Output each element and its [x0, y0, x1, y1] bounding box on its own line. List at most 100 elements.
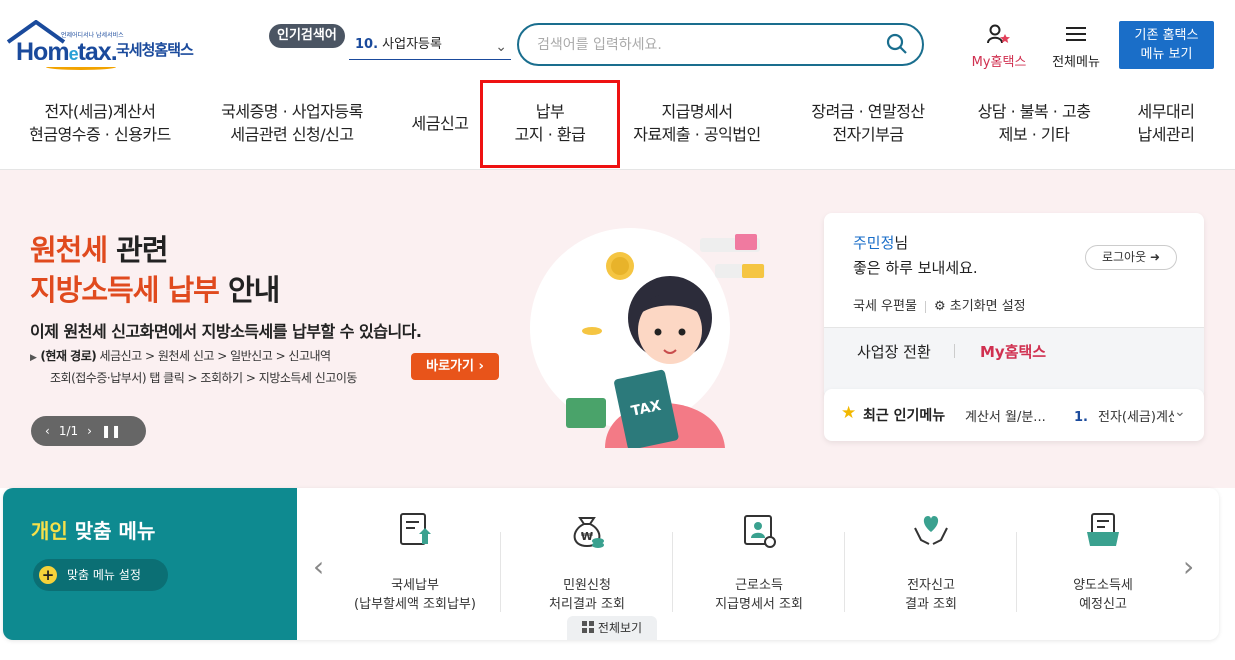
header: 언제어디서나 납세서비스 Hometax. 국세청홈택스 인기검색어 10. 사… — [0, 0, 1235, 88]
my-hometax-label: My홈택스 — [971, 55, 1027, 70]
nav-label-2: 세금관련 신청/신고 — [230, 125, 354, 144]
highlight-box — [480, 80, 620, 168]
recent-item-prev[interactable]: 계산서 월/분... — [965, 406, 1060, 425]
menu-label-1: 민원신청 — [563, 578, 611, 593]
chevron-right-icon[interactable]: › — [1183, 550, 1194, 583]
menu-label-1: 근로소득 — [735, 578, 783, 593]
hero-banner: 원천세 관련 지방소득세 납부 안내 이제 원천세 신고화면에서 지방소득세를 … — [0, 170, 1235, 488]
menu-label-2: 처리결과 조회 — [549, 597, 625, 612]
popular-search-badge: 인기검색어 — [269, 24, 345, 48]
menu-label-2: 결과 조회 — [905, 597, 957, 612]
folder-document-icon — [1087, 513, 1119, 546]
nav-e-invoice[interactable]: 전자(세금)계산서현금영수증 · 신용카드 — [22, 100, 178, 146]
old-hometax-menu-button[interactable]: 기존 홈택스 메뉴 보기 — [1119, 21, 1214, 69]
logo-korean-name: 국세청홈택스 — [116, 41, 194, 59]
heart-hands-icon — [914, 516, 948, 545]
star-icon: ★ — [841, 403, 857, 423]
hometax-logo[interactable]: 언제어디서나 납세서비스 Hometax. 국세청홈택스 — [6, 20, 211, 72]
search-box — [517, 23, 924, 66]
menu-national-tax-payment[interactable]: 국세납부 (납부할세액 조회납부) — [329, 510, 501, 614]
search-icon[interactable] — [886, 33, 908, 55]
menu-capital-gains[interactable]: 양도소득세 예정신고 — [1017, 510, 1189, 614]
menu-label-2: (납부할세액 조회납부) — [354, 597, 476, 612]
old-home-line2: 메뉴 보기 — [1140, 47, 1193, 62]
chevron-down-icon: ⌄ — [495, 39, 507, 55]
hero-description: 이제 원천세 신고화면에서 지방소득세를 납부할 수 있습니다. — [30, 322, 422, 341]
greeting: 좋은 하루 보내세요. — [853, 259, 978, 277]
popular-search-term: 사업자등록 — [382, 37, 442, 52]
my-hometax-button[interactable]: My홈택스 — [966, 24, 1032, 70]
money-bag-icon: ₩ — [573, 517, 604, 548]
chevron-down-icon[interactable]: ⌄ — [1174, 404, 1186, 420]
custom-menu-settings-button[interactable]: + 맞춤 메뉴 설정 — [33, 559, 168, 591]
hero-route: ▶ (현재 경로) 세금신고 > 원천세 신고 > 일반신고 > 신고내역 조회(… — [30, 349, 357, 385]
payment-document-icon — [400, 513, 431, 545]
search-input[interactable] — [537, 34, 867, 56]
grid-icon — [581, 621, 594, 633]
custom-menu: 개인 맞춤 메뉴 + 맞춤 메뉴 설정 ‹ 국세납부 (납부할세액 조회납부) ₩… — [3, 488, 1219, 640]
recent-popular-menu[interactable]: ★ 최근 인기메뉴 계산서 월/분... 1.전자(세금)계산서 ⌄ — [824, 389, 1204, 441]
nav-label-2: 현금영수증 · 신용카드 — [29, 125, 171, 144]
nav-label-1: 상담 · 불복 · 고충 — [977, 102, 1091, 121]
login-card: 주민정님 좋은 하루 보내세요. 로그아웃 ➜ 국세 우편물 ⚙ 초기화면 설정 … — [824, 213, 1204, 399]
tax-girl-illustration: TAX — [530, 228, 765, 448]
plus-icon: + — [39, 566, 57, 584]
menu-label-1: 국세납부 — [391, 578, 439, 593]
menu-label-1: 양도소득세 — [1073, 578, 1133, 593]
nav-label-1: 국세증명 · 사업자등록 — [221, 102, 363, 121]
nav-tax-agent[interactable]: 세무대리납세관리 — [1126, 100, 1206, 146]
popular-search-rank: 10. — [355, 37, 379, 52]
nav-label-1: 세금신고 — [411, 114, 469, 133]
logout-button[interactable]: 로그아웃 ➜ — [1085, 245, 1177, 270]
view-all-button[interactable]: 전체보기 — [567, 616, 657, 640]
nav-incentive[interactable]: 장려금 · 연말정산전자기부금 — [800, 100, 936, 146]
pause-icon[interactable]: ❚❚ — [101, 424, 121, 438]
menu-label-1: 전자신고 — [907, 578, 955, 593]
all-menu-button[interactable]: 전체메뉴 — [1044, 24, 1108, 70]
nav-label-1: 세무대리 — [1137, 102, 1195, 121]
recent-item-current[interactable]: 1.전자(세금)계산서 — [1074, 406, 1174, 425]
nav-label-1: 지급명세서 — [661, 102, 733, 121]
nav-tax-filing[interactable]: 세금신고 — [400, 112, 480, 135]
goto-button[interactable]: 바로가기 › — [411, 353, 499, 380]
chevron-left-icon[interactable]: ‹ — [313, 550, 324, 583]
switch-business-button[interactable]: 사업장 전환 — [857, 341, 931, 362]
nav-certificate[interactable]: 국세증명 · 사업자등록세금관련 신청/신고 — [210, 100, 374, 146]
nav-label-2: 자료제출 · 공익법인 — [633, 125, 761, 144]
menu-label-2: 예정신고 — [1079, 597, 1127, 612]
banner-pager[interactable]: ‹ 1/1 › ❚❚ — [31, 416, 146, 446]
my-hometax-link[interactable]: My홈택스 — [980, 341, 1046, 362]
nav-label-2: 납세관리 — [1137, 125, 1195, 144]
nav-consulting[interactable]: 상담 · 불복 · 고충제보 · 기타 — [962, 100, 1106, 146]
nav-payment-statement[interactable]: 지급명세서자료제출 · 공익법인 — [622, 100, 772, 146]
menu-civil-application[interactable]: ₩ 민원신청 처리결과 조회 — [501, 510, 673, 614]
all-menu-label: 전체메뉴 — [1052, 55, 1100, 70]
nav-label-2: 전자기부금 — [832, 125, 904, 144]
pager-count: 1/1 — [58, 424, 79, 438]
custom-menu-title: 개인 맞춤 메뉴 — [31, 519, 156, 543]
menu-electronic-filing[interactable]: 전자신고 결과 조회 — [845, 510, 1017, 614]
nav-label-1: 장려금 · 연말정산 — [811, 102, 925, 121]
gear-icon: ⚙ — [933, 299, 946, 314]
user-star-icon — [987, 24, 1010, 44]
menu-earned-income[interactable]: 근로소득 지급명세서 조회 — [673, 510, 845, 614]
hero-title: 원천세 관련 지방소득세 납부 안내 — [30, 233, 280, 307]
user-name: 주민정님 — [853, 234, 909, 252]
triangle-right-icon: ▶ — [30, 353, 37, 363]
certificate-icon — [744, 515, 776, 548]
mailbox-link[interactable]: 국세 우편물 — [853, 299, 917, 314]
logo-brand: Hometax. — [16, 38, 118, 66]
prev-icon[interactable]: ‹ — [45, 424, 50, 438]
logo-swoosh — [46, 64, 116, 70]
custom-menu-panel: 개인 맞춤 메뉴 + 맞춤 메뉴 설정 — [3, 488, 297, 640]
nav-label-1: 전자(세금)계산서 — [44, 102, 156, 121]
nav-label-2: 제보 · 기타 — [998, 125, 1070, 144]
old-home-line1: 기존 홈택스 — [1134, 28, 1199, 43]
recent-title: 최근 인기메뉴 — [863, 408, 946, 424]
login-links: 국세 우편물 ⚙ 초기화면 설정 — [853, 295, 1026, 314]
popular-search-select[interactable]: 10. 사업자등록 ⌄ — [349, 33, 511, 60]
svg-text:₩: ₩ — [581, 530, 593, 543]
home-settings-link[interactable]: 초기화면 설정 — [950, 299, 1026, 314]
next-icon[interactable]: › — [87, 424, 92, 438]
hamburger-icon — [1066, 27, 1086, 41]
